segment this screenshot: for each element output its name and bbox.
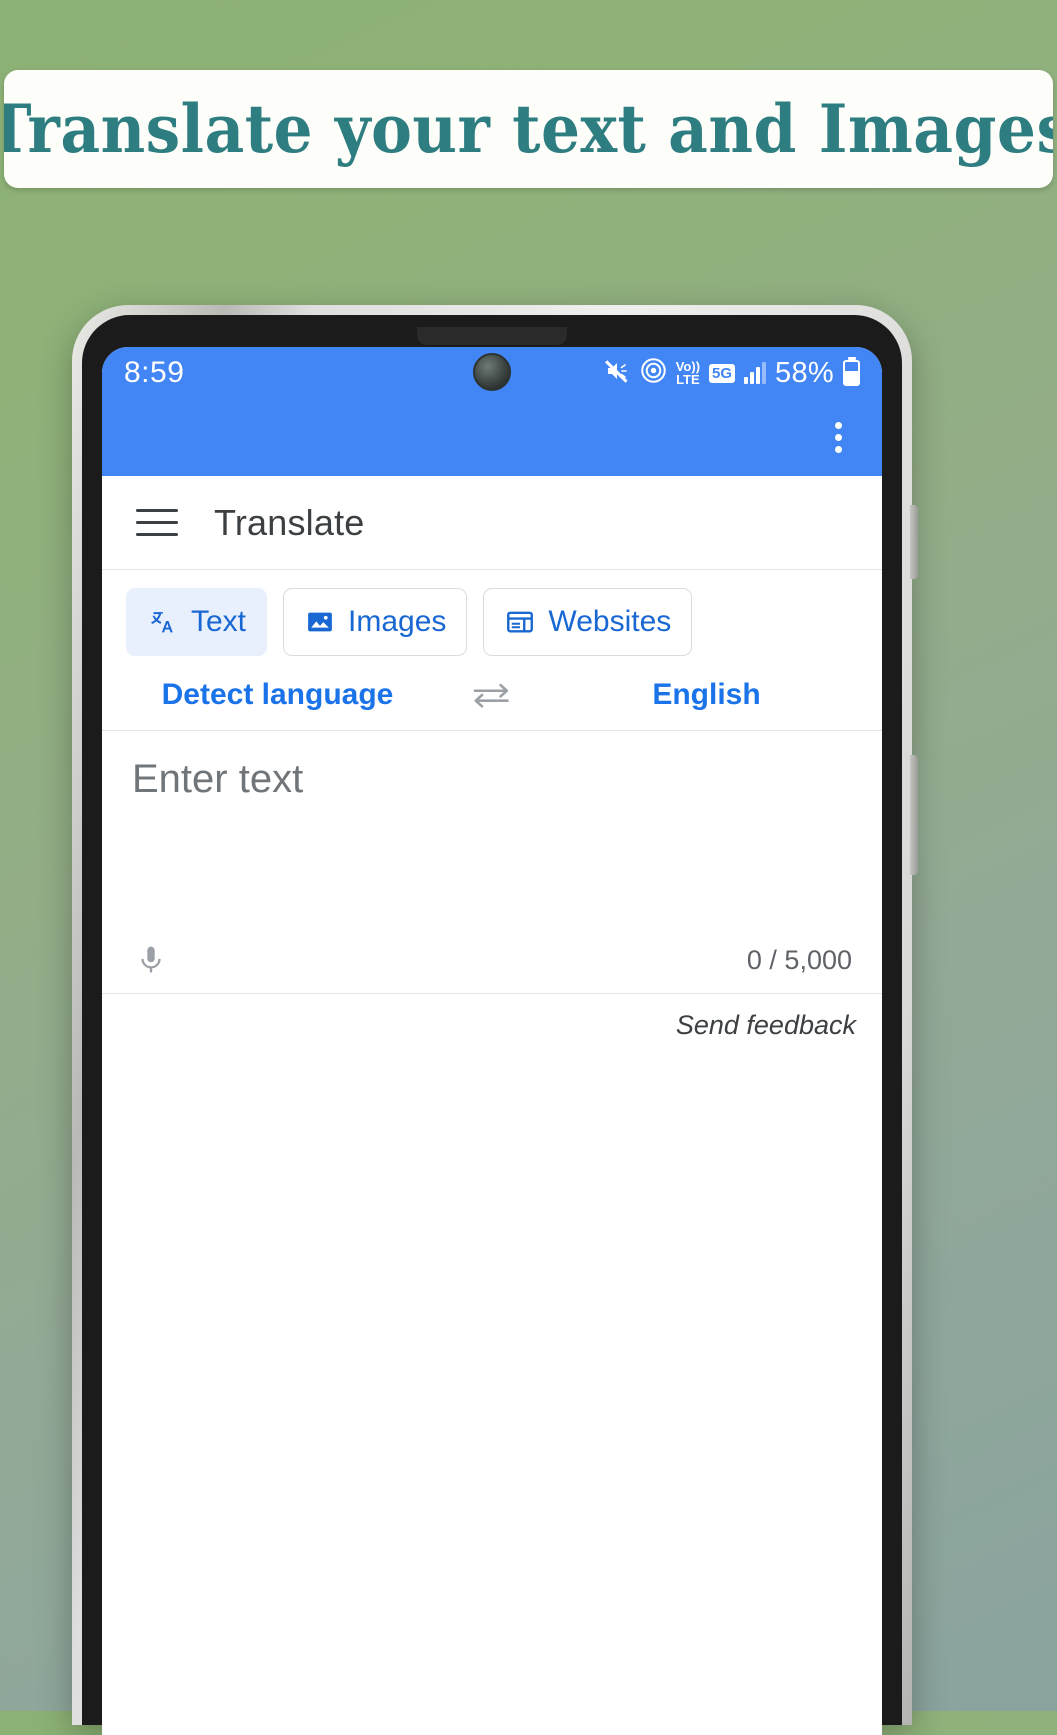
tab-text[interactable]: Text	[126, 588, 268, 656]
phone-notch	[417, 327, 567, 345]
promo-banner-text: Translate your text and Images	[4, 90, 1053, 168]
more-options-icon[interactable]	[827, 414, 850, 461]
tab-images-label: Images	[348, 605, 447, 638]
tab-images[interactable]: Images	[283, 588, 468, 656]
hamburger-menu-icon[interactable]	[136, 509, 178, 536]
text-input-area[interactable]: Enter text 0 / 5,000	[102, 731, 882, 994]
status-bar: 8:59 Vo)) LTE 5G 58%	[102, 347, 882, 399]
phone-power-button	[910, 755, 918, 875]
text-input-placeholder[interactable]: Enter text	[102, 731, 882, 802]
tab-websites-label: Websites	[548, 605, 672, 638]
swap-languages-icon[interactable]	[453, 678, 531, 712]
translation-result-area	[102, 1059, 882, 1619]
page-title: Translate	[214, 501, 365, 543]
volte-icon: Vo)) LTE	[676, 360, 700, 386]
image-icon	[304, 606, 336, 638]
front-camera-punchhole	[473, 353, 511, 391]
blue-app-bar	[102, 399, 882, 476]
send-feedback-link[interactable]: Send feedback	[676, 1010, 856, 1040]
language-selector-row: Detect language English	[102, 672, 882, 731]
volte-icon-bottom: LTE	[676, 372, 700, 387]
phone-bezel: 8:59 Vo)) LTE 5G 58% Translate Text Imag…	[82, 315, 902, 1735]
tab-websites[interactable]: Websites	[483, 588, 693, 656]
phone-screen: 8:59 Vo)) LTE 5G 58% Translate Text Imag…	[102, 347, 882, 1735]
translate-icon	[147, 606, 179, 638]
phone-mockup: 8:59 Vo)) LTE 5G 58% Translate Text Imag…	[72, 305, 918, 1735]
source-language-button[interactable]: Detect language	[102, 678, 453, 712]
microphone-icon[interactable]	[132, 941, 170, 979]
mode-tabs: Text Images Websites	[102, 570, 882, 672]
hotspot-icon	[640, 357, 667, 389]
signal-bars-icon	[744, 362, 767, 384]
battery-icon	[843, 360, 860, 386]
mute-icon	[603, 359, 631, 388]
text-input-footer: 0 / 5,000	[102, 941, 882, 979]
app-toolbar: Translate	[102, 476, 882, 570]
character-counter: 0 / 5,000	[746, 944, 852, 975]
battery-percent-label: 58%	[775, 356, 834, 389]
feedback-row: Send feedback	[102, 994, 882, 1059]
website-icon	[504, 606, 536, 638]
phone-volume-button	[910, 505, 918, 579]
status-bar-icons: Vo)) LTE 5G 58%	[603, 357, 860, 390]
promo-banner: Translate your text and Images	[4, 70, 1053, 188]
tab-text-label: Text	[191, 605, 247, 638]
target-language-button[interactable]: English	[531, 678, 882, 712]
status-bar-clock: 8:59	[124, 356, 185, 389]
5g-icon: 5G	[709, 363, 736, 383]
